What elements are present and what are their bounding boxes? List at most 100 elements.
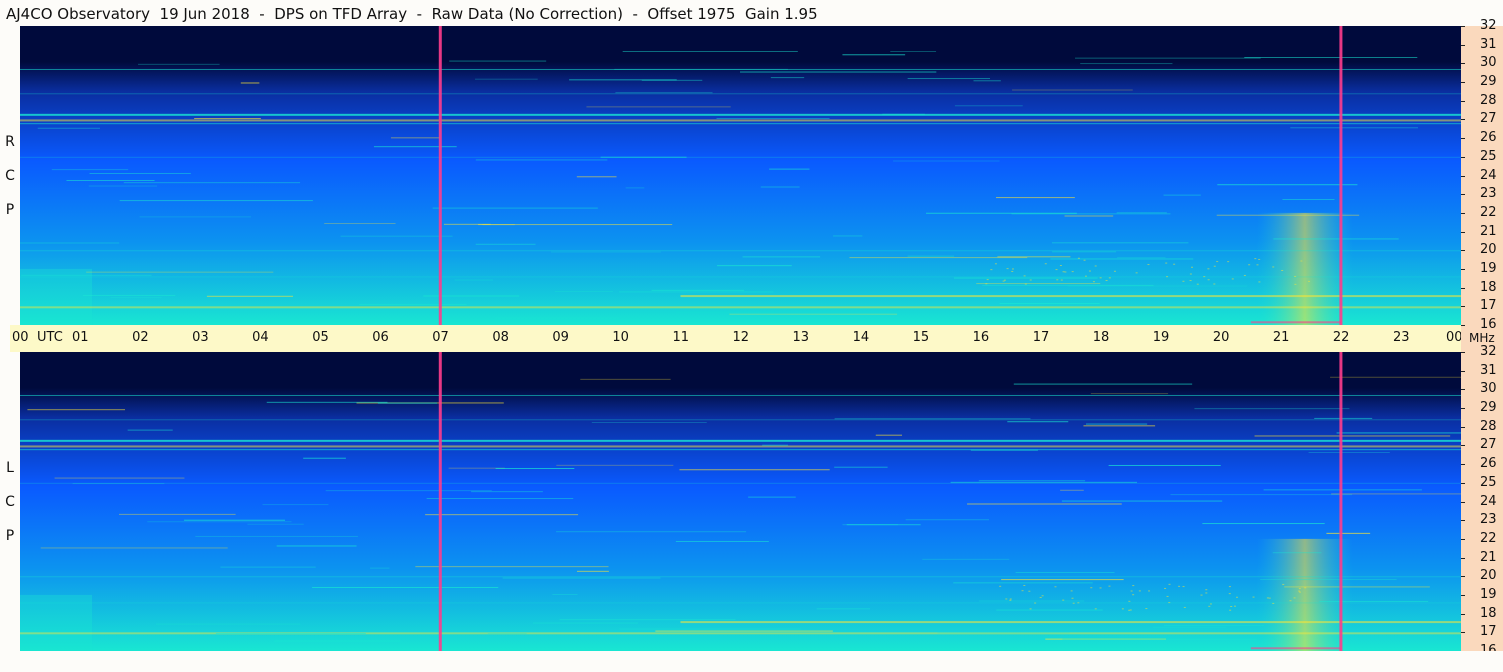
frequency-tick-mark (1461, 250, 1465, 252)
frequency-tick-label-bottom: 26 (1480, 456, 1497, 472)
texture-streak (586, 106, 731, 108)
texture-streak (426, 498, 574, 500)
texture-streak (502, 577, 661, 579)
frequency-tick-label-bottom: 27 (1480, 437, 1497, 453)
texture-streak (905, 519, 990, 521)
texture-streak (303, 457, 346, 459)
texture-streak (220, 566, 316, 568)
time-tick-label: 19 (1152, 330, 1170, 345)
time-tick-label: 09 (552, 330, 569, 345)
texture-streak (816, 608, 871, 610)
time-tick-label: 20 (1212, 330, 1230, 345)
texture-streak (619, 628, 801, 630)
speckle-dot (1084, 275, 1087, 277)
interference-band (1250, 321, 1341, 324)
texture-streak (1194, 408, 1350, 410)
speckle-dot (1227, 261, 1230, 263)
speckle-dot (1191, 266, 1194, 268)
texture-streak (1052, 251, 1117, 253)
interference-band (20, 306, 1461, 309)
frequency-tick-mark (1461, 175, 1465, 177)
texture-streak (600, 156, 687, 158)
frequency-tick-label-top: 32 (1480, 18, 1497, 33)
speckle-dot (1235, 596, 1238, 598)
speckle-dot (1070, 590, 1073, 592)
texture-streak (390, 137, 440, 139)
texture-streak (1290, 127, 1419, 129)
texture-streak (556, 531, 747, 533)
speckle-dot (1064, 271, 1067, 273)
texture-streak (591, 421, 707, 423)
bottom-strip (0, 651, 1503, 672)
time-tick-label: 07 (432, 330, 449, 345)
speckle-dot (1135, 272, 1138, 274)
marker-line-07 (438, 26, 442, 325)
texture-streak (340, 235, 453, 237)
texture-streak (982, 284, 1154, 286)
spectrogram-canvas (20, 352, 1461, 651)
frequency-tick-label-top: 26 (1480, 130, 1497, 146)
frequency-tick-label-top: 24 (1480, 167, 1497, 183)
texture-streak (1013, 383, 1193, 385)
speckle-dot (1077, 257, 1080, 259)
frequency-tick-mark (1461, 594, 1465, 596)
speckle-dot (985, 283, 988, 285)
texture-streak (1273, 238, 1399, 240)
frequency-axis: 1617181920212223242526272829303132161718… (1461, 18, 1503, 658)
speckle-dot (1044, 263, 1047, 265)
texture-streak (651, 289, 745, 291)
speckle-dot (986, 279, 989, 281)
frequency-tick-label-top: 28 (1480, 92, 1497, 108)
speckle-dot (1256, 264, 1259, 266)
speckle-dot (1299, 591, 1302, 593)
texture-streak (559, 619, 736, 621)
speckle-dot (1023, 275, 1026, 277)
texture-streak (370, 567, 390, 569)
time-tick-label: 02 (132, 330, 149, 345)
spectrogram-background (20, 352, 1461, 651)
speckle-dot (1164, 587, 1167, 589)
frequency-tick-label-top: 31 (1480, 36, 1497, 52)
texture-streak (194, 118, 261, 120)
top-panel-pol-letter-2: C (5, 168, 15, 184)
speckle-dot (1182, 586, 1185, 588)
top-panel-pol-letter-1: R (5, 134, 15, 150)
texture-streak (554, 290, 614, 292)
speckle-dot (1254, 258, 1257, 260)
frequency-tick-label-top: 16 (1480, 317, 1497, 332)
frequency-tick-mark (1461, 100, 1465, 102)
speckle-dot (1258, 258, 1261, 260)
texture-streak (614, 68, 788, 70)
frequency-axis-unit: MHz (1469, 331, 1495, 345)
frequency-tick-label-top: 22 (1480, 204, 1497, 220)
speckle-dot (1072, 602, 1075, 604)
marker-line-22 (1339, 352, 1343, 651)
texture-streak (953, 277, 1098, 279)
texture-streak (495, 317, 619, 319)
texture-streak (1319, 601, 1429, 603)
texture-streak (1001, 579, 1124, 581)
speckle-dot (1252, 596, 1255, 598)
texture-streak (742, 256, 821, 258)
frequency-tick-mark (1461, 408, 1465, 410)
texture-streak (266, 401, 388, 403)
frequency-tick-mark (1461, 44, 1465, 46)
texture-streak (373, 146, 457, 148)
speckle-dot (1094, 265, 1097, 267)
texture-streak (86, 271, 274, 273)
texture-streak (475, 243, 536, 245)
frequency-tick-label-top: 23 (1480, 186, 1497, 202)
texture-streak (123, 182, 301, 184)
texture-streak (625, 187, 645, 189)
speckle-dot (1182, 280, 1185, 282)
speckle-dot (1213, 283, 1216, 285)
texture-streak (82, 294, 176, 296)
speckle-dot (1005, 598, 1008, 600)
texture-streak (1011, 213, 1171, 215)
frequency-tick-label-bottom: 30 (1480, 381, 1497, 397)
time-tick-label: 11 (672, 330, 689, 345)
texture-streak (907, 255, 955, 257)
frequency-tick-mark (1461, 557, 1465, 559)
speckle-dot (1300, 260, 1303, 262)
speckle-dot (1298, 590, 1301, 592)
